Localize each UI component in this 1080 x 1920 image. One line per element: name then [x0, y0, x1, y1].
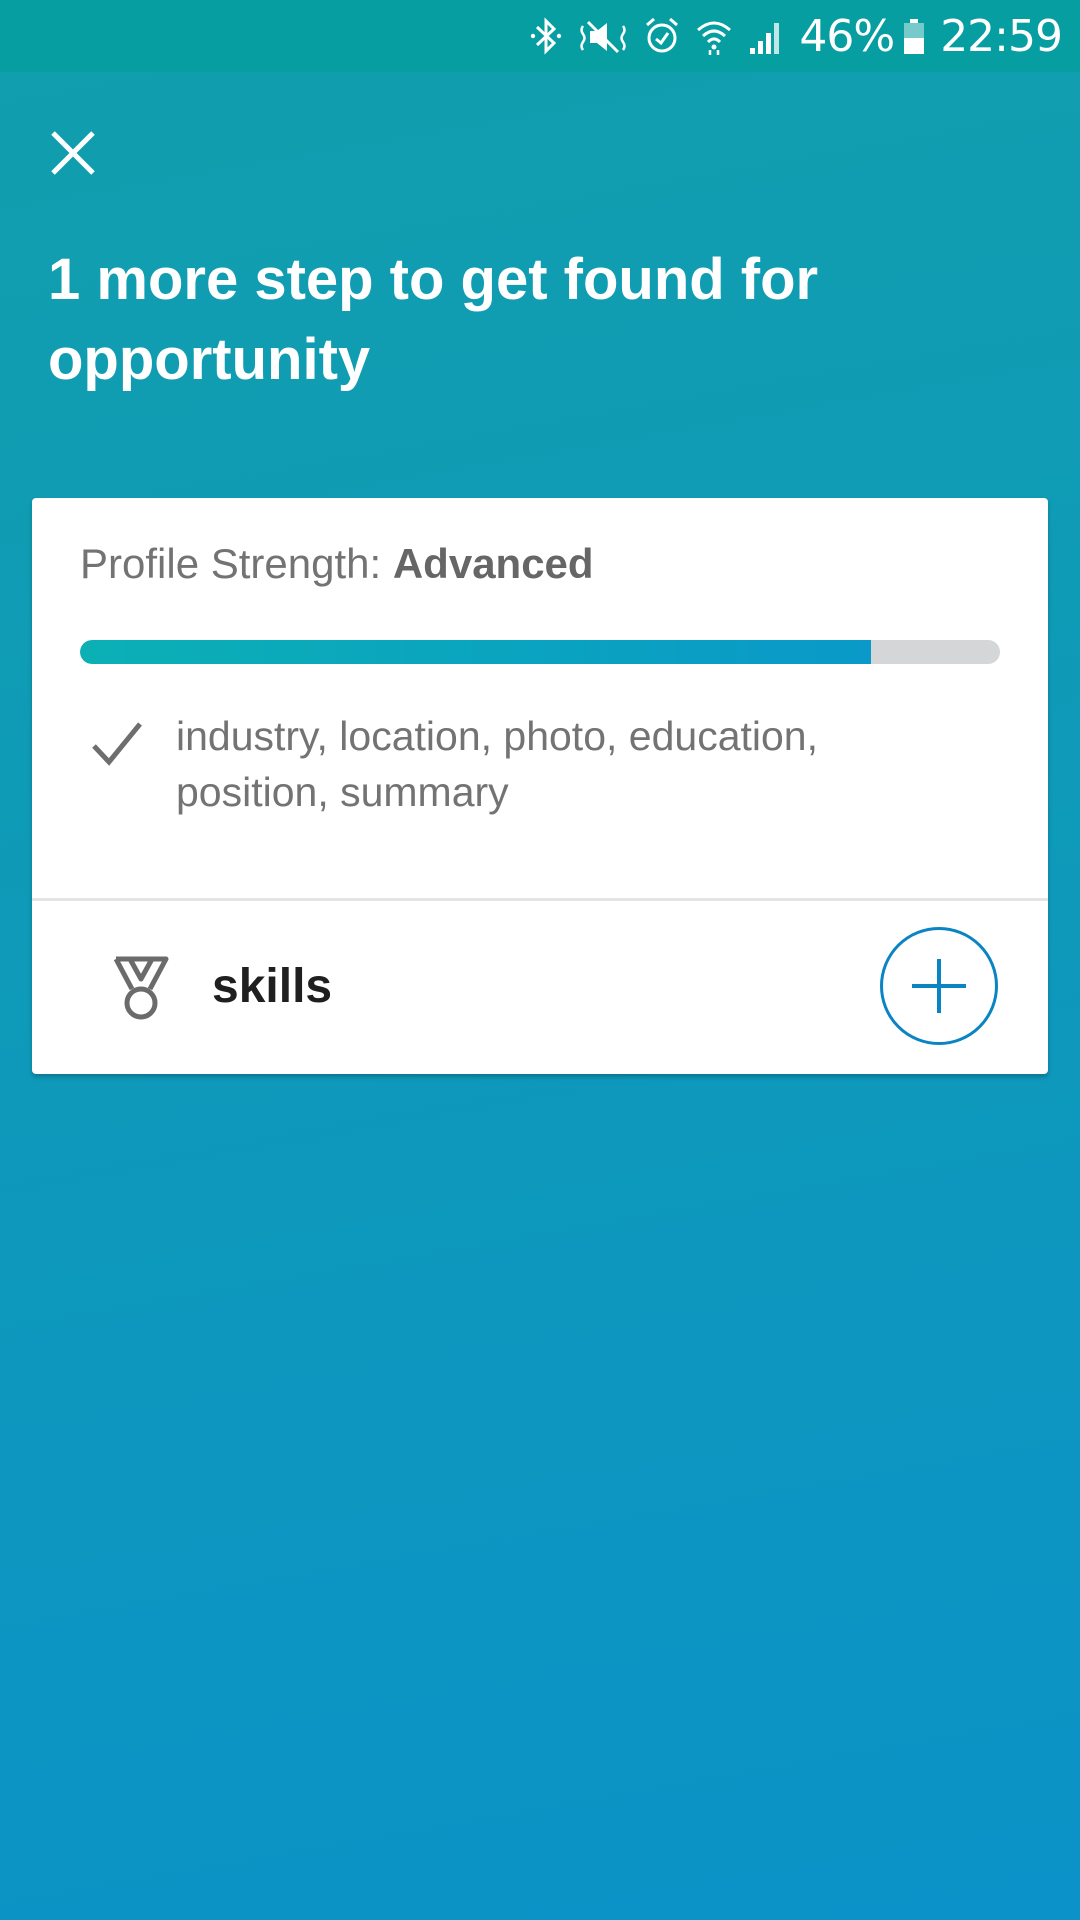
profile-strength-label: Profile Strength: [80, 540, 382, 587]
profile-strength-row: Profile Strength: Advanced [80, 540, 594, 588]
close-icon [51, 131, 95, 175]
medal-icon [113, 956, 169, 1020]
alarm-icon [643, 16, 681, 56]
vibrate-mute-icon [577, 16, 629, 56]
battery-icon [902, 16, 926, 56]
profile-strength-progress-bar [80, 640, 1000, 664]
add-skills-button[interactable] [880, 927, 998, 1045]
profile-strength-level: Advanced [392, 540, 594, 587]
profile-strength-card: Profile Strength: Advanced industry, loc… [32, 498, 1048, 1074]
signal-icon [747, 16, 785, 56]
skills-label: skills [212, 960, 333, 1013]
battery-percentage: 46% [799, 10, 895, 62]
checkmark-icon [92, 722, 142, 766]
wifi-icon [695, 16, 733, 56]
clock-time: 22:59 [940, 10, 1063, 62]
close-button[interactable] [38, 118, 108, 188]
plus-icon [912, 959, 966, 1013]
completed-sections-text: industry, location, photo, education, po… [176, 713, 818, 815]
bluetooth-icon [529, 16, 563, 56]
status-bar: 46% 22:59 [0, 0, 1080, 72]
progress-fill [80, 640, 872, 664]
page-title: 1 more step to get found for opportunity [48, 247, 819, 392]
skills-row[interactable]: skills [32, 901, 1048, 1074]
